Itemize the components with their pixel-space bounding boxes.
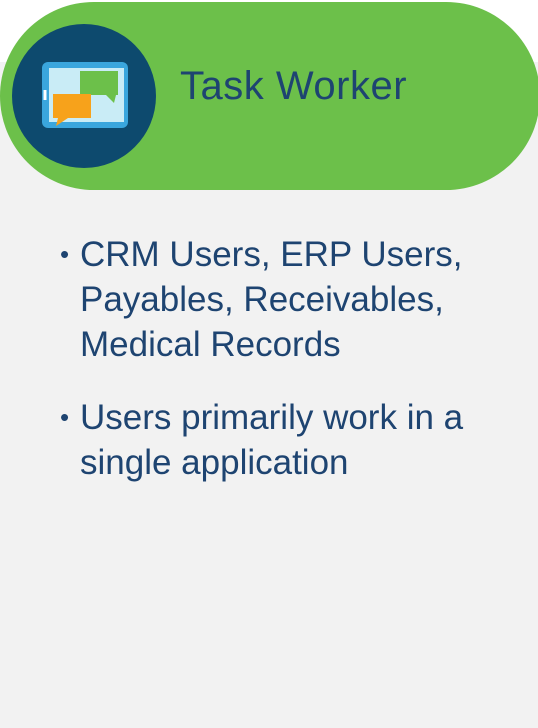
bullet-dot: • <box>60 402 70 432</box>
bullet-text: Users primarily work in a single applica… <box>80 398 464 482</box>
persona-card-page: Task Worker • CRM Users, ERP Users, Paya… <box>0 0 538 728</box>
bullet-item: • CRM Users, ERP Users, Payables, Receiv… <box>60 232 530 367</box>
bullet-dot: • <box>60 239 70 269</box>
persona-title: Task Worker <box>180 64 408 108</box>
persona-header: Task Worker <box>0 2 538 190</box>
bullet-text: CRM Users, ERP Users, Payables, Receivab… <box>80 235 463 364</box>
tablet-icon-graphic <box>42 62 128 128</box>
chat-bubbles-tablet-icon <box>12 24 156 168</box>
bullet-list: • CRM Users, ERP Users, Payables, Receiv… <box>60 232 530 513</box>
bullet-item: • Users primarily work in a single appli… <box>60 395 530 485</box>
